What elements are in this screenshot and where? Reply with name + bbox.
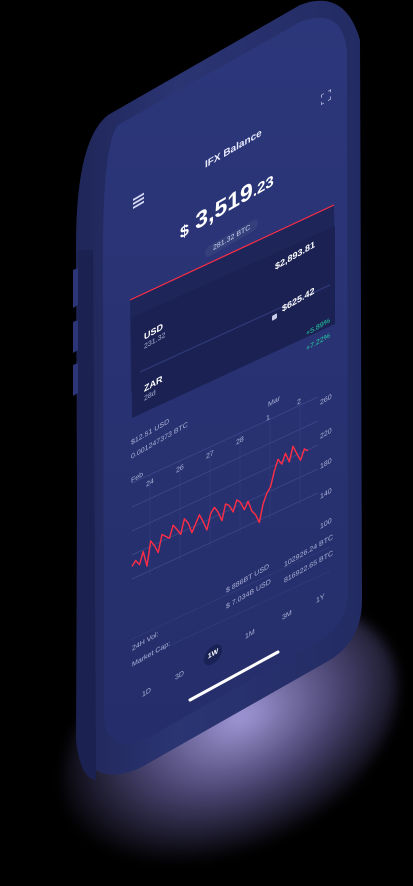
- side-button[interactable]: [73, 268, 78, 308]
- volume-down-button[interactable]: [73, 363, 78, 396]
- phone-device: [73, 0, 362, 780]
- phone-edge: [76, 250, 96, 780]
- volume-up-button[interactable]: [73, 320, 78, 353]
